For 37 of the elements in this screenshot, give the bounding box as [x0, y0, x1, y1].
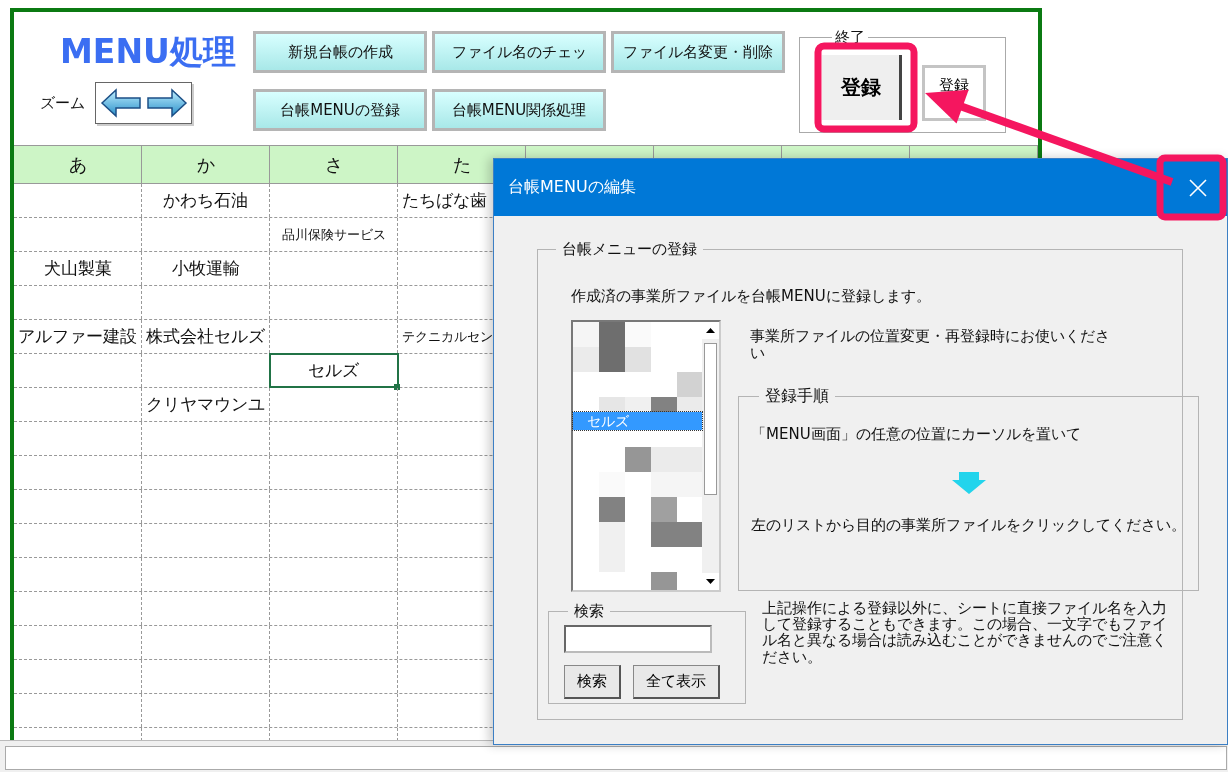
group-label: 検索 — [573, 602, 605, 621]
zoom-label: ズーム — [40, 93, 85, 113]
group-label: 登録手順 — [764, 386, 830, 407]
table-cell[interactable]: 犬山製菓 — [14, 252, 142, 285]
intro-text: 作成済の事業所ファイルを台帳MENUに登録します。 — [571, 287, 932, 306]
down-arrow-icon — [951, 472, 986, 494]
search-field[interactable] — [564, 625, 712, 653]
column-header: さ — [270, 146, 398, 183]
group-label: 台帳メニューの登録 — [561, 240, 698, 259]
search-button[interactable]: 検索 — [564, 665, 621, 699]
remark-text: 上記操作による登録以外に、シートに直接ファイル名を入力して登録することもできます。この場合、一文字でもファイル名と異なる場合は読み込むことができませんのでご注意ください。 — [762, 600, 1168, 667]
note-text: 事業所ファイルの位置変更・再登録時にお使いください — [749, 328, 1111, 364]
search-button[interactable]: 全て表示 — [633, 665, 720, 699]
step-text: 「MENU画面」の任意の位置にカーソルを置いて — [751, 425, 1082, 444]
table-cell[interactable]: 品川保険サービス — [270, 218, 398, 251]
column-header: か — [142, 146, 270, 183]
table-cell[interactable]: セルズ — [270, 354, 398, 387]
scrollbar[interactable] — [702, 322, 719, 590]
input-field[interactable] — [5, 746, 1227, 770]
menu-button[interactable]: 台帳MENU関係処理 — [432, 89, 606, 131]
group-label: 終了 — [834, 28, 866, 47]
register-button[interactable]: 登録 — [822, 55, 902, 120]
table-cell[interactable]: 小牧運輸 — [142, 252, 270, 285]
table-cell[interactable]: 株式会社セルズ — [142, 320, 270, 353]
zoom-button[interactable] — [95, 82, 192, 125]
close-icon — [1189, 178, 1207, 197]
step-text: 左のリストから目的の事業所ファイルをクリックしてください。 — [751, 516, 1186, 535]
table-cell[interactable]: クリヤマウンユ — [142, 388, 270, 421]
menu-button[interactable]: ファイル名変更・削除 — [611, 31, 785, 73]
menu-button[interactable]: ファイル名のチェッ — [432, 31, 606, 73]
table-cell[interactable]: かわち石油 — [142, 184, 270, 217]
menu-title: MENU処理 — [60, 34, 237, 71]
column-header: あ — [14, 146, 142, 183]
table-cell[interactable]: アルファー建設 — [14, 320, 142, 353]
menu-button[interactable]: 新規台帳の作成 — [253, 31, 427, 73]
highlight-frame — [1156, 154, 1227, 221]
menu-button[interactable]: 台帳MENUの登録 — [253, 89, 427, 131]
